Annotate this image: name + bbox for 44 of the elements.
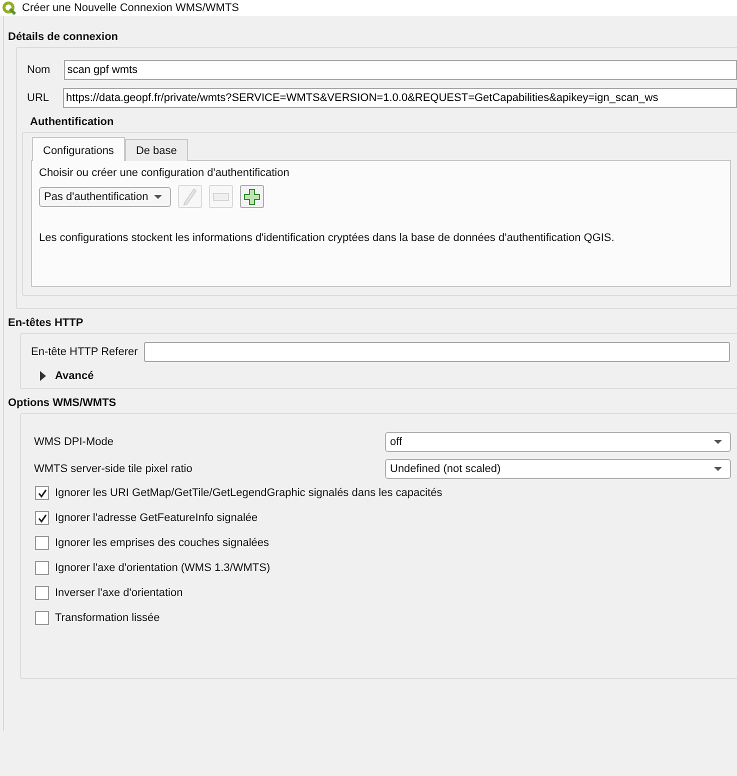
checkmark-icon	[38, 488, 46, 498]
checkbox[interactable]	[35, 611, 49, 625]
dropdown[interactable]: Undefined (not scaled)	[385, 459, 731, 479]
plus-icon	[244, 188, 260, 204]
add-button[interactable]	[240, 185, 264, 208]
section-title: Authentification	[30, 116, 115, 128]
field-label: WMS DPI-Mode	[34, 436, 114, 448]
checkbox[interactable]	[35, 511, 49, 525]
info-text: Les configurations stockent les informations d'identification cryptées dans la base de données d'authentification QGIS.	[39, 232, 616, 244]
checkbox-label: Ignorer l'adresse GetFeatureInfo signalée	[55, 512, 258, 524]
dropdown-caret-icon	[714, 440, 722, 444]
pencil-icon	[183, 188, 197, 206]
text-field[interactable]: https://data.geopf.fr/private/wmts?SERVICE=WMTS&VERSION=1.0.0&REQUEST=GetCapabilities&apikey=ign_scan_ws	[63, 88, 737, 108]
field-label: URL	[27, 92, 50, 104]
tab[interactable]: De base	[124, 139, 188, 161]
section-title: Détails de connexion	[8, 31, 120, 43]
field-label: En-tête HTTP Referer	[31, 346, 138, 358]
tab[interactable]: Configurations	[32, 137, 125, 161]
app-logo-icon	[2, 1, 16, 15]
checkbox[interactable]	[35, 586, 49, 600]
checkbox-label: Ignorer les emprises des couches signalées	[55, 537, 270, 549]
dropdown[interactable]: off	[385, 432, 731, 452]
checkbox-label: Ignorer l'axe d'orientation (WMS 1.3/WMTS)	[55, 562, 270, 574]
window-title: Créer une Nouvelle Connexion WMS/WMTS	[22, 1, 240, 15]
field-label: Nom	[27, 64, 50, 76]
section-title: En-têtes HTTP	[8, 317, 84, 329]
section-title: Options WMS/WMTS	[8, 397, 118, 409]
text-field[interactable]: scan gpf wmts	[64, 60, 737, 80]
dropdown-caret-icon	[714, 467, 722, 471]
checkbox[interactable]	[35, 561, 49, 575]
collapsed-arrow-icon	[39, 371, 47, 381]
checkbox[interactable]	[35, 536, 49, 550]
minus-icon	[213, 192, 229, 200]
checkbox-label: Ignorer les URI GetMap/GetTile/GetLegendGraphic signalés dans les capacités	[55, 487, 442, 499]
checkbox-label: Transformation lissée	[55, 612, 160, 624]
checkbox[interactable]	[35, 486, 49, 500]
checkmark-icon	[38, 514, 46, 522]
advanced-toggle[interactable]: Avancé	[39, 370, 737, 382]
prompt-text: Choisir ou créer une configuration d'authentification	[39, 167, 290, 179]
checkbox-label: Inverser l'axe d'orientation	[55, 587, 183, 599]
referer-field[interactable]	[144, 342, 730, 362]
field-label: WMTS server-side tile pixel ratio	[34, 463, 192, 475]
dropdown-caret-icon	[154, 194, 162, 198]
auth-dropdown[interactable]: Pas d'authentification	[39, 186, 171, 206]
